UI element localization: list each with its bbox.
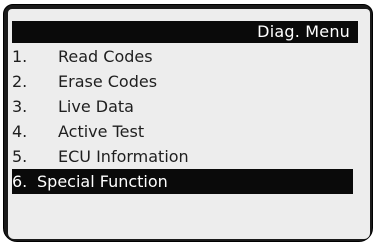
lcd-screen: Diag. Menu 1. Read Codes 2. Erase Codes … [8,9,370,239]
menu-item-label: Active Test [58,122,145,141]
menu-item-read-codes[interactable]: 1. Read Codes [8,44,370,69]
menu-item-number: 5. [12,147,28,166]
menu-item-erase-codes[interactable]: 2. Erase Codes [8,69,370,94]
menu-item-number: 4. [12,122,28,141]
menu-item-live-data[interactable]: 3. Live Data [8,94,370,119]
menu-item-ecu-information[interactable]: 5. ECU Information [8,144,370,169]
menu-item-number: 1. [12,47,28,66]
menu-item-number: 2. [12,72,28,91]
menu-item-number: 3. [12,97,28,116]
menu-item-label: Read Codes [58,47,153,66]
menu-item-label: Live Data [58,97,134,116]
scanner-device: Diag. Menu 1. Read Codes 2. Erase Codes … [0,0,380,247]
menu-item-number: 6. [12,172,28,191]
menu-item-label: Special Function [37,172,168,191]
menu-item-label: ECU Information [58,147,189,166]
menu-item-label: Erase Codes [58,72,158,91]
menu-item-active-test[interactable]: 4. Active Test [8,119,370,144]
menu-item-special-function[interactable]: 6. Special Function [12,169,353,194]
diag-menu-list: 1. Read Codes 2. Erase Codes 3. Live Dat… [8,44,370,194]
menu-title: Diag. Menu [12,21,358,43]
